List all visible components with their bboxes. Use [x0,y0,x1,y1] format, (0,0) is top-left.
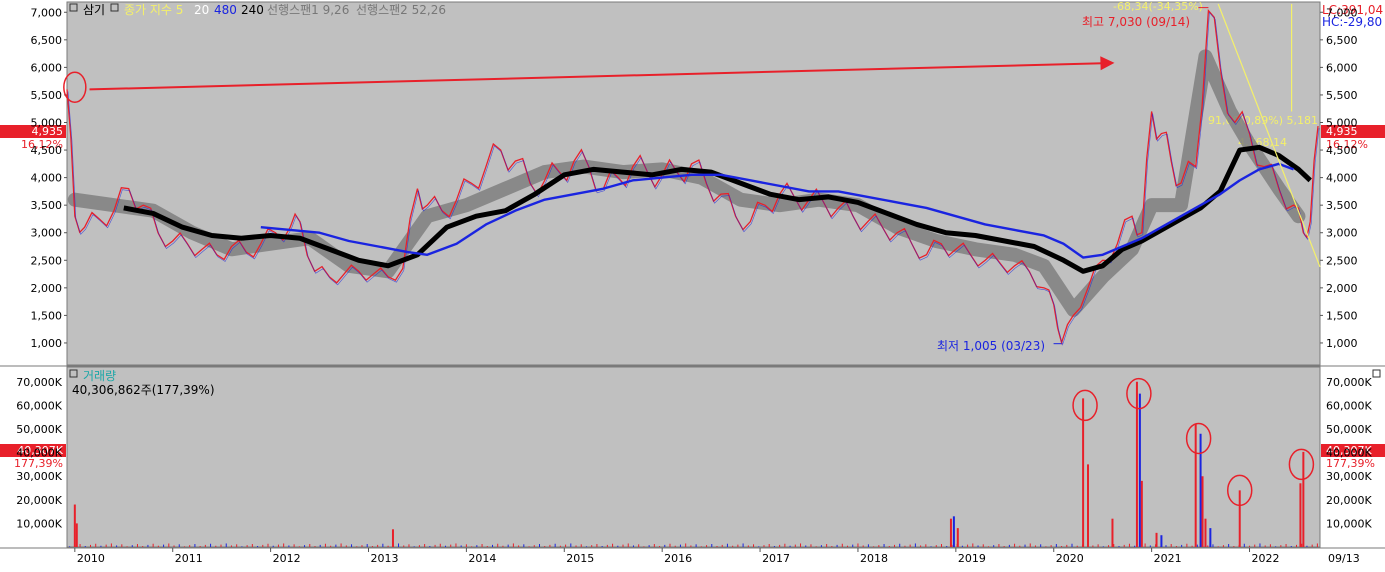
volume-tick-label-left: 20,000K [16,494,62,507]
volume-value-label: 40,306,862주(177,39%) [72,383,215,397]
price-tick-label-right: 1,000 [1326,337,1358,350]
stock-name: 삼기 [83,3,105,17]
price-tick-label-right: 2,500 [1326,254,1358,267]
price-tick-label-right: 5,000 [1326,116,1358,129]
price-tick-label-left: 6,000 [31,61,63,74]
x-tick-label: 2022 [1252,552,1280,565]
x-tick-label: 2021 [1154,552,1182,565]
high-label: 최고 7,030 (09/14) [1082,15,1190,29]
price-tick-label-left: 6,500 [31,34,63,47]
price-plot-area[interactable] [66,1,1321,366]
volume-tick-label-right: 20,000K [1326,494,1372,507]
price-tick-label-right: 2,000 [1326,282,1358,295]
x-tick-label: 2011 [175,552,203,565]
price-tick-label-left: 1,500 [31,309,63,322]
x-tick-label: 2018 [860,552,888,565]
volume-title: 거래량 [83,369,116,383]
x-tick-label: 2017 [762,552,790,565]
price-tick-label-right: 4,000 [1326,172,1358,185]
volume-tick-label-right: 50,000K [1326,423,1372,436]
x-tick-label: 2012 [273,552,301,565]
low-label: 최저 1,005 (03/23) [937,339,1045,353]
price-tick-label-left: 3,000 [31,227,63,240]
price-tick-label-right: 6,500 [1326,34,1358,47]
price-tick-label-left: 2,000 [31,282,63,295]
span2-label: 선행스팬2 52,26 [356,2,446,17]
volume-tick-label-left: 70,000K [16,376,62,389]
price-tick-label-left: 4,000 [31,172,63,185]
volume-tick-label-right: 40,000K [1326,447,1372,460]
x-tick-label: 2013 [371,552,399,565]
price-tick-label-right: 5,500 [1326,89,1358,102]
volume-tick-label-left: 50,000K [16,423,62,436]
x-tick-label: 2010 [77,552,105,565]
x-end-label: 09/13 [1328,552,1360,565]
volume-tick-label-right: 30,000K [1326,470,1372,483]
price-tick-label-left: 1,000 [31,337,63,350]
price-tick-label-left: 5,000 [31,116,63,129]
x-tick-label: 2020 [1056,552,1084,565]
price-tick-label-right: 4,500 [1326,144,1358,157]
price-tick-label-right: 3,000 [1326,227,1358,240]
volume-tick-label-right: 10,000K [1326,517,1372,530]
x-tick-label: 2016 [664,552,692,565]
price-tick-label-left: 3,500 [31,199,63,212]
x-tick-label: 2015 [566,552,594,565]
span1-label: 선행스팬1 9,26 [267,2,349,17]
chart-window: 삼기 종가 지수 5 20 480 240 선행스팬1 9,26 선행스팬2 5… [0,0,1385,569]
price-tick-label-right: 1,500 [1326,309,1358,322]
price-tick-label-left: 4,500 [31,144,63,157]
volume-tick-label-left: 30,000K [16,470,62,483]
x-tick-label: 2019 [958,552,986,565]
price-tick-label-left: 5,500 [31,89,63,102]
price-tick-label-left: 2,500 [31,254,63,267]
indicator-label: 종가 지수 5 [124,3,183,17]
volume-tick-label-left: 40,000K [16,447,62,460]
x-tick-label: 2014 [468,552,496,565]
ma240-label: 240 [241,3,264,17]
price-tick-label-right: 6,000 [1326,61,1358,74]
price-tick-label-right: 3,500 [1326,199,1358,212]
volume-tick-label-right: 60,000K [1326,399,1372,412]
price-tick-label-right: 7,000 [1326,6,1358,19]
fib-label-top: -68,34(-34,35%) [1113,0,1203,13]
volume-tick-label-left: 10,000K [16,517,62,530]
volume-tick-label-right: 70,000K [1326,376,1372,389]
volume-tick-label-left: 60,000K [16,399,62,412]
price-tick-label-left: 7,000 [31,6,63,19]
ma20-label: 20 [194,3,209,17]
stock-chart-svg[interactable]: 삼기 종가 지수 5 20 480 240 선행스팬1 9,26 선행스팬2 5… [0,0,1385,569]
ma480-label: 480 [214,3,237,17]
volume-plot-area[interactable] [66,366,1321,548]
